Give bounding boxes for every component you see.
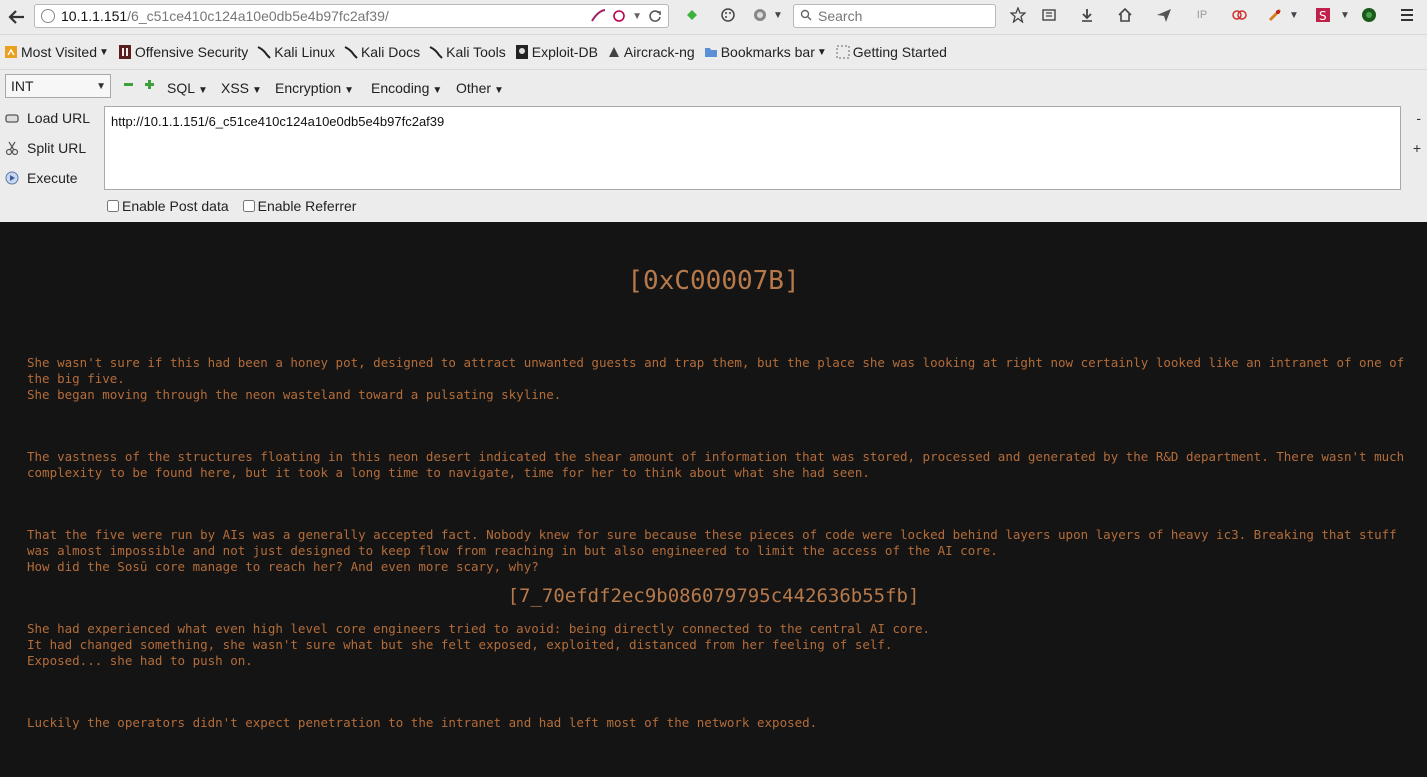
- bookmark-kali-linux[interactable]: Kali Linux: [257, 44, 335, 60]
- offsec-icon: [118, 45, 132, 59]
- load-url-button[interactable]: Load URL: [5, 110, 90, 126]
- ip-icon[interactable]: IP: [1192, 9, 1212, 21]
- s-dropdown-icon[interactable]: ▼: [1335, 10, 1355, 21]
- story-paragraph: The vastness of the structures floating …: [27, 449, 1412, 480]
- reading-list-icon[interactable]: [1039, 7, 1059, 28]
- green-puzzle-icon[interactable]: [682, 7, 702, 28]
- scissors-icon: [5, 141, 19, 156]
- story-paragraph: That the five were run by AIs was a gene…: [27, 527, 1397, 574]
- quill-icon[interactable]: [590, 9, 606, 23]
- cookie-icon[interactable]: [1229, 7, 1249, 28]
- type-select[interactable]: INT ▼: [5, 74, 111, 98]
- bookmark-bookmarks-bar[interactable]: Bookmarks bar ▼: [704, 44, 827, 60]
- split-url-button[interactable]: Split URL: [5, 140, 86, 156]
- palette-icon[interactable]: [718, 7, 738, 28]
- bookmark-kali-tools[interactable]: Kali Tools: [429, 44, 506, 60]
- shield-green-icon[interactable]: [1359, 7, 1379, 28]
- search-bar[interactable]: [793, 4, 996, 28]
- globe-dropdown-icon[interactable]: ▼: [768, 10, 788, 21]
- bookmark-most-visited[interactable]: Most Visited ▼: [4, 44, 109, 60]
- back-arrow-icon: [8, 10, 24, 24]
- chevron-down-icon: ▼: [816, 46, 827, 58]
- chevron-down-icon: ▼: [432, 85, 443, 96]
- chevron-down-icon: ▼: [99, 46, 109, 58]
- bookmark-offensive-security[interactable]: Offensive Security: [118, 44, 248, 60]
- globe-settings-icon[interactable]: [750, 7, 770, 28]
- story-paragraph: She wasn't sure if this had been a honey…: [27, 355, 1405, 402]
- bug-icon[interactable]: [1265, 7, 1285, 28]
- menu-icon[interactable]: [1397, 7, 1417, 28]
- load-url-icon: [5, 111, 19, 125]
- dotted-square-icon: [836, 45, 850, 59]
- url-host: 10.1.1.151: [61, 8, 128, 24]
- menu-other[interactable]: Other ▼: [456, 80, 504, 96]
- folder-icon: [704, 45, 718, 59]
- bookmarks-bar: Most Visited ▼ Offensive Security Kali Li…: [0, 35, 1427, 70]
- most-visited-icon: [4, 45, 18, 59]
- story-text: She wasn't sure if this had been a honey…: [27, 323, 1405, 777]
- enable-referrer-checkbox[interactable]: Enable Referrer: [242, 198, 356, 214]
- expand-button[interactable]: +: [1413, 140, 1421, 156]
- story-paragraph: She had experienced what even high level…: [27, 621, 931, 668]
- page-content: [0xC00007B] She wasn't sure if this had …: [0, 222, 1427, 730]
- kali-icon: [344, 45, 358, 59]
- globe-icon: [41, 9, 55, 23]
- enable-post-data-checkbox[interactable]: Enable Post data: [107, 198, 229, 214]
- menu-encryption[interactable]: Encryption ▼: [275, 80, 354, 96]
- chevron-down-icon: ▼: [252, 85, 262, 96]
- page-title: [0xC00007B]: [627, 266, 800, 296]
- exploitdb-icon: [515, 45, 529, 59]
- url-bar[interactable]: 10.1.1.151/6_c51ce410c124a10e0db5e4b97fc…: [34, 4, 669, 28]
- dropdown-icon[interactable]: ▼: [632, 11, 642, 22]
- execute-button[interactable]: Execute: [5, 170, 78, 186]
- home-icon[interactable]: [1115, 7, 1135, 28]
- chevron-down-icon: ▼: [198, 85, 208, 96]
- hackbar-body: Load URL Split URL Execute http://10.1.1…: [0, 106, 1427, 222]
- bug-dropdown-icon[interactable]: ▼: [1284, 10, 1304, 21]
- url-path: /6_c51ce410c124a10e0db5e4b97fc2af39/: [127, 8, 389, 24]
- chevron-down-icon: ▼: [344, 85, 355, 96]
- menu-xss[interactable]: XSS ▼: [221, 80, 262, 96]
- search-icon: [800, 9, 812, 24]
- download-icon[interactable]: [1077, 7, 1097, 28]
- send-icon[interactable]: [1154, 7, 1174, 28]
- navigation-bar: 10.1.1.151/6_c51ce410c124a10e0db5e4b97fc…: [0, 0, 1427, 35]
- flag-hash: [7_70efdf2ec9b086079795c442636b55fb]: [507, 585, 920, 607]
- menu-encoding[interactable]: Encoding ▼: [371, 80, 442, 96]
- increment-button[interactable]: [144, 77, 156, 94]
- debian-swirl-icon[interactable]: [612, 9, 626, 23]
- play-icon: [5, 171, 19, 185]
- bookmark-exploit-db[interactable]: Exploit-DB: [515, 44, 598, 60]
- s-badge-icon[interactable]: S: [1313, 7, 1333, 28]
- reload-icon[interactable]: [648, 9, 662, 23]
- decrement-button[interactable]: [123, 77, 135, 94]
- kali-icon: [257, 45, 271, 59]
- chevron-down-icon: ▼: [96, 80, 106, 92]
- hackbar-toolbar: INT ▼ SQL ▼ XSS ▼ Encryption ▼ Encoding ▼ Ot…: [0, 70, 1427, 106]
- aircrack-icon: [607, 45, 621, 59]
- shrink-button[interactable]: -: [1416, 110, 1421, 126]
- star-icon[interactable]: [1008, 6, 1028, 28]
- chevron-down-icon: ▼: [494, 85, 504, 96]
- menu-sql[interactable]: SQL ▼: [167, 80, 208, 96]
- search-input[interactable]: [816, 7, 990, 25]
- story-paragraph: Luckily the operators didn't expect pene…: [27, 715, 818, 730]
- browser-chrome: 10.1.1.151/6_c51ce410c124a10e0db5e4b97fc…: [0, 0, 1427, 222]
- hackbar-url-textarea[interactable]: http://10.1.1.151/6_c51ce410c124a10e0db5…: [104, 106, 1401, 190]
- bookmark-kali-docs[interactable]: Kali Docs: [344, 44, 420, 60]
- bookmark-aircrack-ng[interactable]: Aircrack-ng: [607, 44, 695, 60]
- kali-icon: [429, 45, 443, 59]
- back-button[interactable]: [6, 6, 28, 28]
- svg-text:S: S: [1319, 9, 1327, 23]
- bookmark-getting-started[interactable]: Getting Started: [836, 44, 947, 60]
